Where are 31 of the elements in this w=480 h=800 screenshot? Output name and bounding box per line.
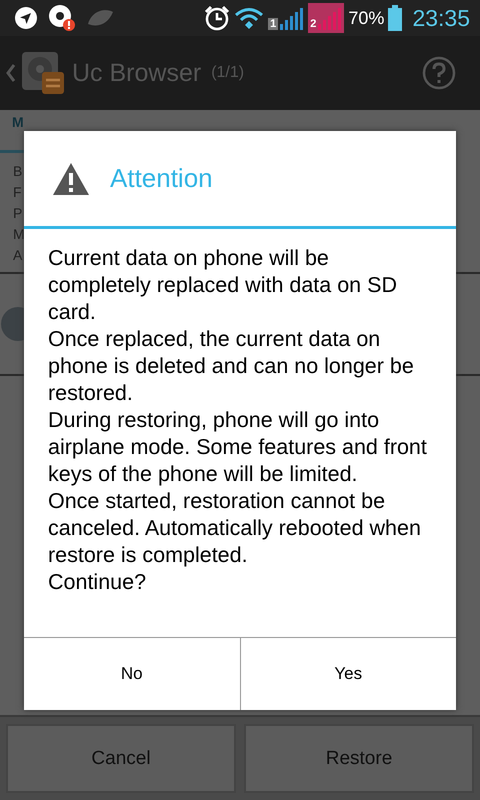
battery-icon (388, 5, 402, 31)
dialog-message: Current data on phone will be completely replaced with data on SD card. (48, 245, 398, 326)
wifi-icon (234, 6, 264, 30)
backup-drive-icon (20, 50, 66, 96)
info-label: M (13, 225, 25, 244)
app-title: Uc Browser (72, 58, 202, 88)
clock: 23:35 (412, 4, 470, 32)
alarm-icon (204, 5, 230, 31)
back-icon (6, 63, 16, 83)
notification-icon (48, 4, 76, 32)
dialog-button[interactable]: Yes (240, 638, 456, 710)
navigation-icon (14, 6, 38, 30)
battery-percent: 70% (348, 8, 384, 28)
dialog-title: Attention (110, 163, 213, 194)
dialog-message: Once replaced, the current data on phone is deleted and can no longer be restored. (48, 326, 415, 407)
dialog-message: During restoring, phone will go into airplane mode. Some features and front keys of the phone will be limited. (48, 407, 428, 488)
dialog-message: Once started, restoration cannot be canceled. Automatically rebooted when restore is completed. (48, 488, 422, 569)
dialog-message: Continue? (48, 569, 148, 596)
info-label: A (13, 246, 22, 265)
page-count: (1/1) (211, 64, 244, 82)
dialog-button[interactable]: No (24, 638, 240, 710)
sim-number: 1 (268, 18, 278, 30)
sim-indicator: 2 (308, 3, 344, 33)
signal-icon (318, 6, 342, 30)
signal-icon (280, 6, 304, 30)
info-label: F (13, 183, 22, 202)
warning-icon (52, 162, 90, 196)
leaf-icon (86, 8, 114, 28)
help-icon (422, 56, 456, 90)
info-label: P (13, 204, 22, 223)
info-label: B (13, 162, 22, 181)
